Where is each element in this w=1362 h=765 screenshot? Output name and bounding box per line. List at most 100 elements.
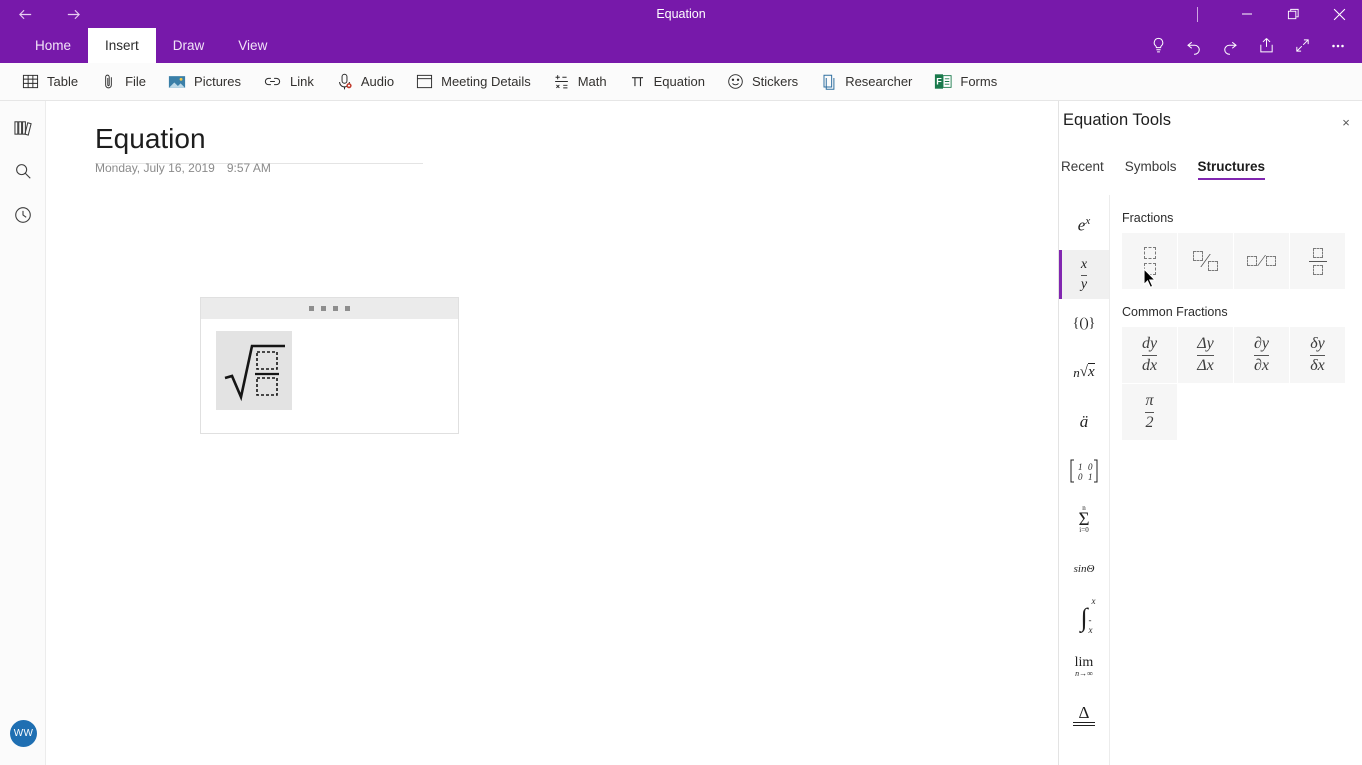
tab-draw[interactable]: Draw <box>156 28 222 63</box>
minimize-button[interactable] <box>1224 0 1270 28</box>
equation-button[interactable]: Equation <box>629 63 705 101</box>
delta-small-denominator: δx <box>1310 358 1325 374</box>
selected-equation[interactable] <box>216 331 292 410</box>
math-button[interactable]: Math <box>553 63 607 101</box>
category-accent[interactable]: ä <box>1059 397 1109 446</box>
equation-label: Equation <box>654 74 705 89</box>
math-icon <box>553 73 570 90</box>
insert-audio-button[interactable]: Audio <box>336 63 394 101</box>
panel-tab-structures[interactable]: Structures <box>1198 159 1266 180</box>
svg-text:1: 1 <box>1078 462 1083 472</box>
ribbon-tabs: Home Insert Draw View <box>18 28 284 63</box>
panel-tab-recent[interactable]: Recent <box>1061 159 1104 180</box>
category-fraction[interactable]: xy <box>1059 250 1109 299</box>
smiley-icon <box>727 73 744 90</box>
structures-content: Fractions ⁄ ⁄ <box>1110 195 1362 765</box>
page-title[interactable]: Equation <box>95 123 206 155</box>
pi-over-two-button[interactable]: π 2 <box>1122 384 1177 440</box>
insert-audio-label: Audio <box>361 74 394 89</box>
title-bar: Equation <box>0 0 1362 28</box>
insert-file-button[interactable]: File <box>100 63 146 101</box>
researcher-button[interactable]: Researcher <box>820 63 912 101</box>
delta-small-y-x-button[interactable]: δy δx <box>1290 327 1345 383</box>
researcher-label: Researcher <box>845 74 912 89</box>
forms-label: Forms <box>960 74 997 89</box>
linear-fraction-button[interactable]: ⁄ <box>1234 233 1289 289</box>
recent-notes-icon[interactable] <box>0 193 46 237</box>
small-stacked-fraction-button[interactable] <box>1290 233 1345 289</box>
category-integral[interactable]: x ∫ -x <box>1059 593 1109 642</box>
fractions-grid: ⁄ ⁄ <box>1122 233 1362 289</box>
page-date[interactable]: Monday, July 16, 2019 <box>95 161 215 175</box>
page-meta: Monday, July 16, 2019 9:57 AM <box>95 161 271 175</box>
note-body[interactable] <box>201 319 458 433</box>
svg-text:F: F <box>937 77 943 87</box>
svg-text:0: 0 <box>1078 472 1083 482</box>
navigation-rail: WW <box>0 101 46 765</box>
delta-small-numerator: δy <box>1310 336 1325 353</box>
panel-title: Equation Tools <box>1063 111 1171 130</box>
handle-dot <box>321 306 326 311</box>
handle-dot <box>333 306 338 311</box>
window-title: Equation <box>0 0 1362 28</box>
lightbulb-icon[interactable] <box>1140 28 1176 63</box>
notebooks-icon[interactable] <box>0 105 46 149</box>
page-time[interactable]: 9:57 AM <box>227 161 271 175</box>
common-fractions-heading: Common Fractions <box>1122 305 1362 319</box>
close-button[interactable] <box>1316 0 1362 28</box>
category-radical[interactable]: n √x <box>1059 348 1109 397</box>
calendar-icon <box>416 73 433 90</box>
category-bracket[interactable]: {()} <box>1059 299 1109 348</box>
redo-icon[interactable] <box>1212 28 1248 63</box>
insert-table-button[interactable]: Table <box>22 63 78 101</box>
tab-insert[interactable]: Insert <box>88 28 156 63</box>
delta-y-delta-x-button[interactable]: Δy Δx <box>1178 327 1233 383</box>
insert-command-bar: Table File Pictures Link <box>0 63 1362 101</box>
ellipsis-icon[interactable] <box>1320 28 1356 63</box>
maximize-button[interactable] <box>1270 0 1316 28</box>
quick-access-toolbar <box>1140 28 1356 63</box>
tab-view[interactable]: View <box>221 28 284 63</box>
meeting-details-button[interactable]: Meeting Details <box>416 63 531 101</box>
note-canvas[interactable]: Equation Monday, July 16, 2019 9:57 AM <box>46 101 1058 765</box>
meeting-details-label: Meeting Details <box>441 74 531 89</box>
dy-dx-button[interactable]: dy dx <box>1122 327 1177 383</box>
delta-numerator: Δy <box>1197 336 1214 353</box>
expand-icon[interactable] <box>1284 28 1320 63</box>
stacked-fraction-button[interactable] <box>1122 233 1177 289</box>
note-drag-handle[interactable] <box>201 298 458 319</box>
pi-numerator: π <box>1145 393 1153 410</box>
undo-icon[interactable] <box>1176 28 1212 63</box>
insert-link-button[interactable]: Link <box>263 63 314 101</box>
category-function[interactable]: sinΘ <box>1059 544 1109 593</box>
panel-tabs: Recent Symbols Structures <box>1061 159 1265 180</box>
delta-denominator: Δx <box>1197 358 1214 374</box>
stickers-button[interactable]: Stickers <box>727 63 798 101</box>
forms-button[interactable]: F Forms <box>934 63 997 101</box>
skewed-fraction-button[interactable]: ⁄ <box>1178 233 1233 289</box>
category-script[interactable]: ex <box>1059 201 1109 250</box>
fractions-heading: Fractions <box>1122 211 1362 225</box>
dy-dx-numerator: dy <box>1142 336 1157 353</box>
category-matrix[interactable]: 1 0 0 1 <box>1059 446 1109 495</box>
insert-pictures-label: Pictures <box>194 74 241 89</box>
partial-denominator: ∂x <box>1254 358 1269 374</box>
category-limit[interactable]: lim n→∞ <box>1059 642 1109 691</box>
avatar[interactable]: WW <box>10 720 37 747</box>
onenote-window: Equation Home Insert Draw View <box>0 0 1362 765</box>
insert-pictures-button[interactable]: Pictures <box>168 63 241 101</box>
title-separator <box>1197 7 1198 22</box>
table-icon <box>22 73 39 90</box>
note-container[interactable] <box>200 297 459 434</box>
category-large-operator[interactable]: n Σ i=0 <box>1059 495 1109 544</box>
ribbon-tab-bar: Home Insert Draw View <box>0 28 1362 63</box>
book-icon <box>820 73 837 91</box>
share-icon[interactable] <box>1248 28 1284 63</box>
search-icon[interactable] <box>0 149 46 193</box>
forms-icon: F <box>934 73 952 90</box>
category-operator[interactable]: Δ <box>1059 691 1109 740</box>
tab-home[interactable]: Home <box>18 28 88 63</box>
partial-y-partial-x-button[interactable]: ∂y ∂x <box>1234 327 1289 383</box>
panel-close-button[interactable]: × <box>1336 112 1356 132</box>
panel-tab-symbols[interactable]: Symbols <box>1125 159 1177 180</box>
